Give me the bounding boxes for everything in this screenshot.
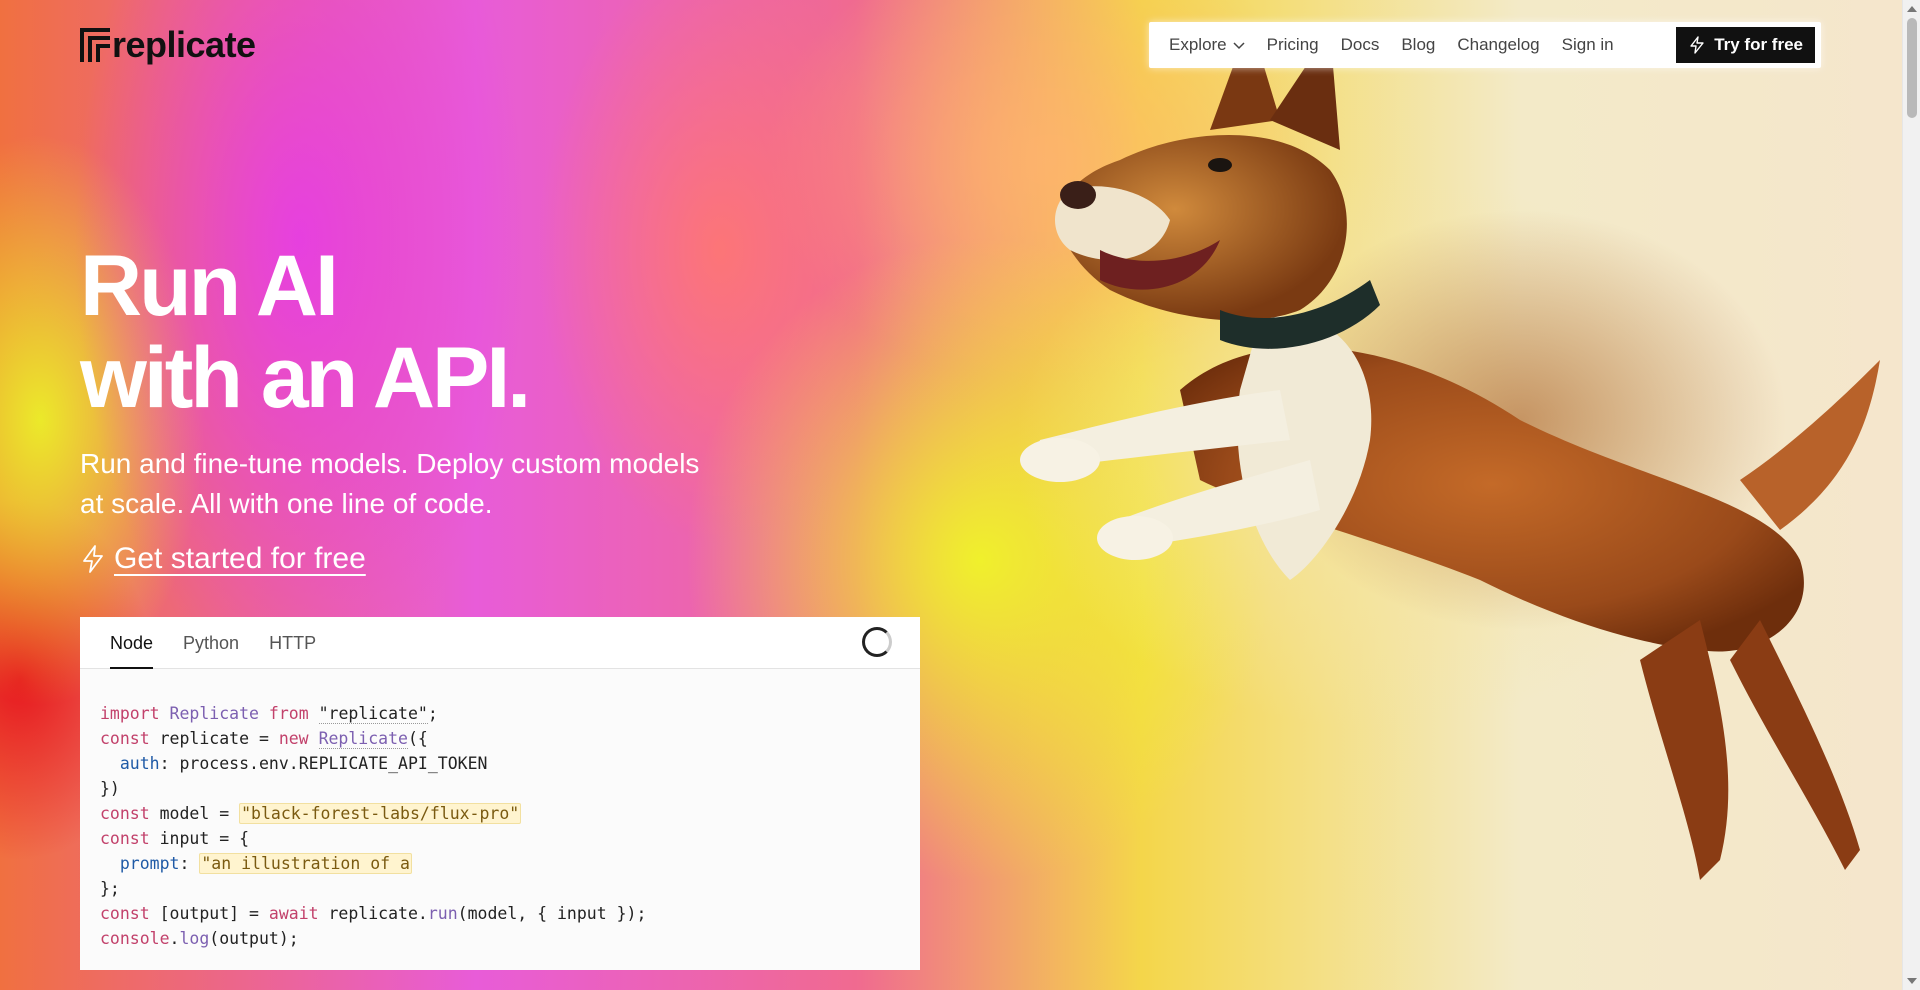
code-line-4: }) bbox=[100, 779, 120, 798]
code-line-8: }; bbox=[100, 879, 120, 898]
scroll-thumb[interactable] bbox=[1907, 18, 1917, 118]
nav-docs[interactable]: Docs bbox=[1341, 35, 1380, 55]
code-line-7: prompt: "an illustration of a bbox=[119, 853, 412, 874]
hero-title-line2: with an API. bbox=[80, 330, 531, 426]
nav-changelog[interactable]: Changelog bbox=[1457, 35, 1539, 55]
code-line-3: auth: process.env.REPLICATE_API_TOKEN bbox=[119, 754, 488, 773]
code-block: import Replicate from "replicate"; const … bbox=[80, 669, 920, 951]
hero-title-line1: Run AI bbox=[80, 238, 339, 334]
code-line-1: import Replicate from "replicate"; bbox=[100, 704, 438, 724]
code-language-tabs: Node Python HTTP bbox=[80, 617, 920, 669]
loading-spinner-icon bbox=[862, 627, 892, 657]
replicate-logo[interactable]: replicate bbox=[80, 24, 256, 66]
code-line-2: const replicate = new Replicate({ bbox=[100, 729, 428, 749]
code-line-9: const [output] = await replicate.run(mod… bbox=[100, 904, 647, 923]
dog-illustration bbox=[1020, 60, 1880, 880]
lightning-icon bbox=[1690, 36, 1704, 54]
model-string[interactable]: "black-forest-labs/flux-pro" bbox=[239, 803, 522, 824]
hero-title: Run AI with an API. bbox=[80, 238, 531, 426]
brand-name: replicate bbox=[112, 24, 256, 65]
top-nav: Explore Pricing Docs Blog Changelog Sign… bbox=[1149, 22, 1821, 68]
nav-pricing[interactable]: Pricing bbox=[1267, 35, 1319, 55]
page-scrollbar[interactable] bbox=[1902, 0, 1920, 990]
lightning-icon bbox=[83, 545, 103, 573]
get-started-label: Get started for free bbox=[114, 542, 366, 575]
chevron-down-icon bbox=[1233, 42, 1245, 50]
scroll-up-arrow-icon[interactable] bbox=[1907, 6, 1917, 12]
code-line-10: console.log(output); bbox=[100, 929, 299, 948]
nav-blog[interactable]: Blog bbox=[1401, 35, 1435, 55]
try-for-free-label: Try for free bbox=[1714, 35, 1803, 54]
nav-explore-label: Explore bbox=[1169, 35, 1227, 54]
code-line-6: const input = { bbox=[100, 829, 250, 848]
hero-subtitle: Run and fine-tune models. Deploy custom … bbox=[80, 448, 700, 519]
scroll-down-arrow-icon[interactable] bbox=[1907, 978, 1917, 984]
replicate-logo-icon bbox=[80, 28, 110, 62]
nav-sign-in[interactable]: Sign in bbox=[1562, 35, 1614, 55]
code-example-panel: Node Python HTTP import Replicate from "… bbox=[80, 617, 920, 970]
nav-explore[interactable]: Explore bbox=[1169, 35, 1245, 55]
tab-http[interactable]: HTTP bbox=[269, 633, 316, 668]
prompt-string[interactable]: "an illustration of a bbox=[199, 853, 412, 874]
try-for-free-button[interactable]: Try for free bbox=[1676, 27, 1815, 63]
get-started-link[interactable]: Get started for free bbox=[80, 542, 366, 576]
code-line-5: const model = "black-forest-labs/flux-pr… bbox=[100, 803, 522, 824]
tab-python[interactable]: Python bbox=[183, 633, 239, 668]
tab-node[interactable]: Node bbox=[110, 633, 154, 669]
